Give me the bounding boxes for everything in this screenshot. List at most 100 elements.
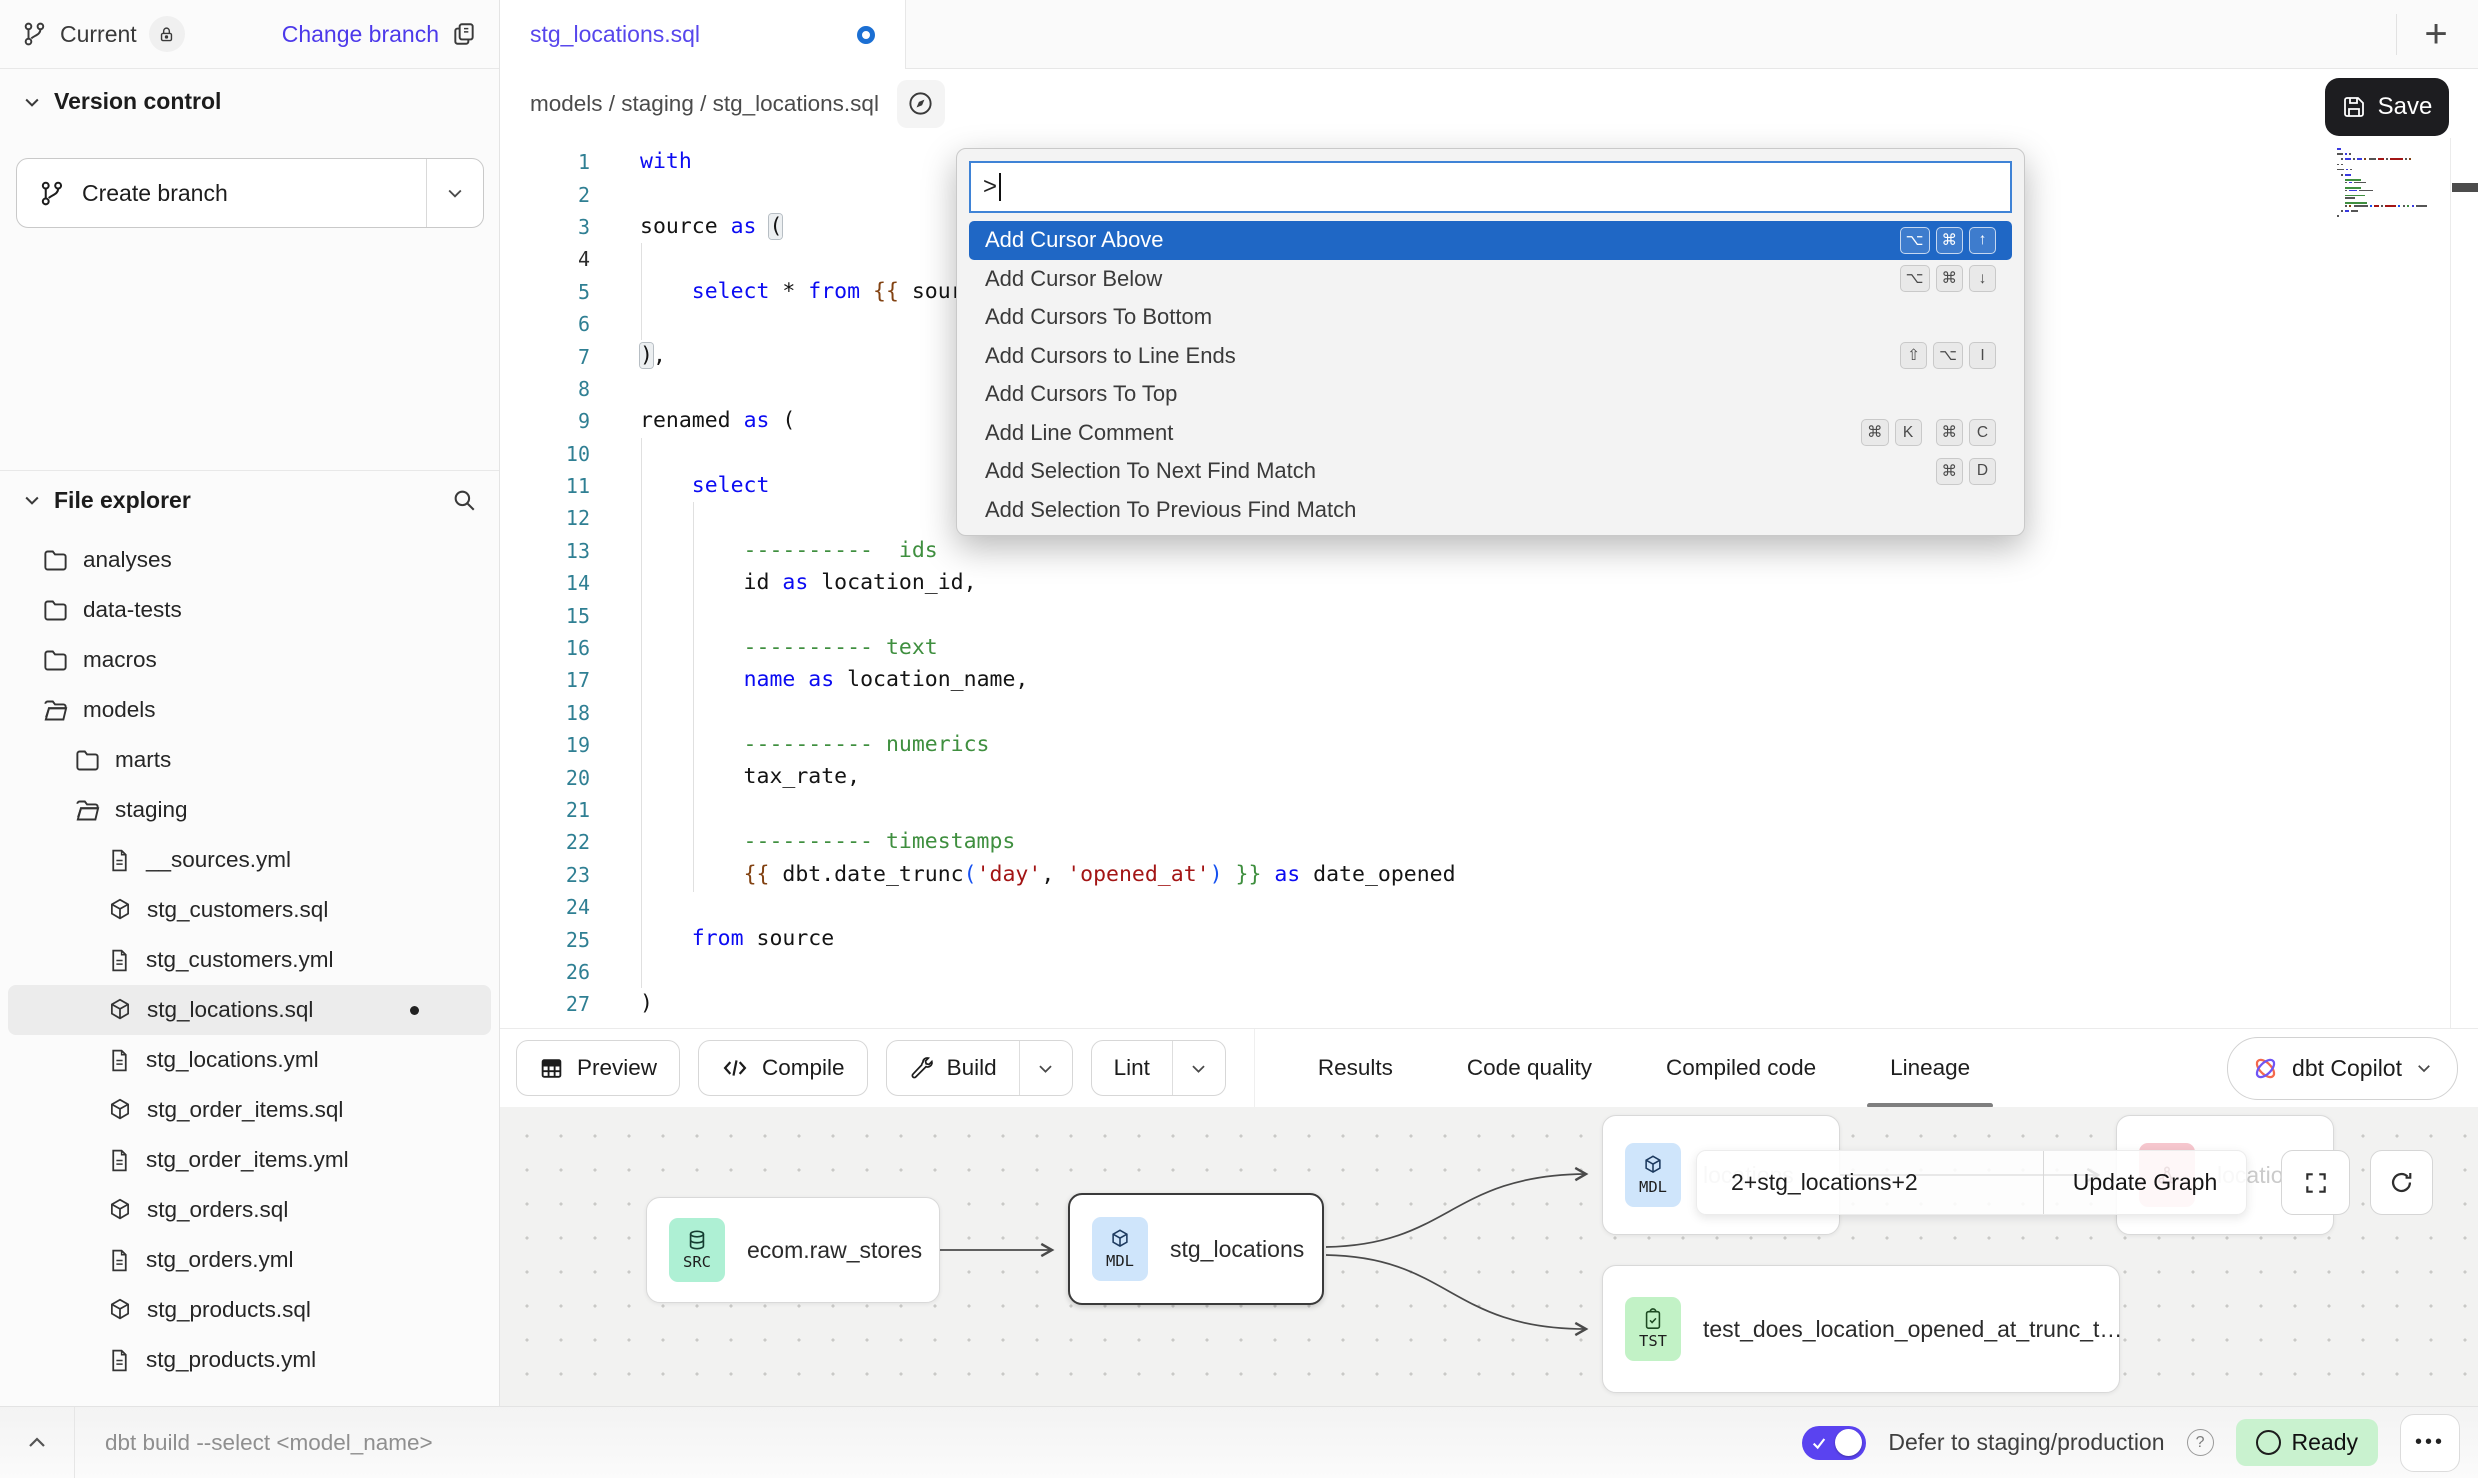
file-item-stg-locations-yml[interactable]: stg_locations.yml xyxy=(8,1035,491,1085)
lineage-node-source[interactable]: SRC ecom.raw_stores xyxy=(646,1197,940,1303)
code-text: from source xyxy=(640,923,834,955)
palette-item-label: Add Cursor Above xyxy=(985,227,1164,253)
tab-code-quality[interactable]: Code quality xyxy=(1430,1029,1629,1108)
doc-icon xyxy=(107,1248,132,1273)
file-item-stg-orders-sql[interactable]: stg_orders.sql xyxy=(8,1185,491,1235)
clipboard-check-icon xyxy=(1642,1308,1664,1330)
new-tab-button[interactable]: + xyxy=(2408,10,2464,58)
code-line[interactable]: 19 ---------- numerics xyxy=(500,729,2478,761)
code-line[interactable]: 17 name as location_name, xyxy=(500,664,2478,696)
lineage-node-test[interactable]: TST test_does_location_opened_at_trunc_t… xyxy=(1602,1265,2120,1393)
palette-item-add-cursor-below[interactable]: Add Cursor Below⌥⌘↓ xyxy=(969,260,2012,299)
change-branch-link[interactable]: Change branch xyxy=(282,21,439,48)
code-line[interactable]: 26 xyxy=(500,956,2478,988)
file-explorer-header[interactable]: File explorer xyxy=(0,471,499,529)
file-item-stg-order-items-yml[interactable]: stg_order_items.yml xyxy=(8,1135,491,1185)
code-line[interactable]: 14 id as location_id, xyxy=(500,567,2478,599)
file-item-stg-orders-yml[interactable]: stg_orders.yml xyxy=(8,1235,491,1285)
file-item-staging[interactable]: staging xyxy=(8,785,491,835)
expand-panel-button[interactable] xyxy=(0,1431,74,1455)
file-item-stg-order-items-sql[interactable]: stg_order_items.sql xyxy=(8,1085,491,1135)
status-bar: dbt build --select <model_name> Defer to… xyxy=(0,1406,2478,1478)
more-options-button[interactable]: ••• xyxy=(2400,1414,2460,1472)
palette-item-clipped[interactable]: Add Selection To All Find Matches xyxy=(969,531,2012,536)
keycap: ⌘ xyxy=(1861,419,1889,446)
palette-item-add-cursors-to-bottom[interactable]: Add Cursors To Bottom xyxy=(969,298,2012,337)
help-icon[interactable]: ? xyxy=(2187,1429,2214,1456)
file-item-analyses[interactable]: analyses xyxy=(8,535,491,585)
fullscreen-button[interactable] xyxy=(2281,1150,2350,1215)
file-item-models[interactable]: models xyxy=(8,685,491,735)
code-line[interactable]: 24 xyxy=(500,891,2478,923)
palette-item-add-cursors-to-line-ends[interactable]: Add Cursors to Line Ends⇧⌥I xyxy=(969,337,2012,376)
scrollbar-thumb[interactable] xyxy=(2452,183,2478,192)
tab-results[interactable]: Results xyxy=(1281,1029,1430,1108)
build-button[interactable]: Build xyxy=(886,1040,1073,1096)
file-item-stg-locations-sql[interactable]: stg_locations.sql xyxy=(8,985,491,1035)
build-dropdown[interactable] xyxy=(1019,1041,1072,1095)
palette-item-add-cursors-to-top[interactable]: Add Cursors To Top xyxy=(969,375,2012,414)
file-item-label: stg_locations.yml xyxy=(146,1047,319,1073)
file-item-stg-customers-sql[interactable]: stg_customers.sql xyxy=(8,885,491,935)
code-line[interactable]: 25 from source xyxy=(500,923,2478,955)
lineage-canvas[interactable]: SRC ecom.raw_stores MDL stg_locations MD… xyxy=(500,1107,2478,1406)
lineage-node-stg-locations[interactable]: MDL stg_locations xyxy=(1068,1193,1324,1305)
code-line[interactable]: 18 xyxy=(500,697,2478,729)
lint-button[interactable]: Lint xyxy=(1091,1040,1226,1096)
command-input[interactable]: dbt build --select <model_name> xyxy=(105,1430,433,1456)
code-line[interactable]: 20 tax_rate, xyxy=(500,761,2478,793)
lineage-control-bar: 2+stg_locations+2 Update Graph xyxy=(1696,1150,2247,1215)
palette-item-add-cursor-above[interactable]: Add Cursor Above⌥⌘↑ xyxy=(969,221,2012,260)
code-text: select xyxy=(640,470,769,502)
lineage-selector-input[interactable]: 2+stg_locations+2 xyxy=(1697,1151,2043,1214)
line-number: 6 xyxy=(500,312,590,336)
file-item-label: __sources.yml xyxy=(146,847,291,873)
file-item-label: analyses xyxy=(83,547,172,573)
tab-lineage[interactable]: Lineage xyxy=(1853,1029,2007,1108)
compile-button[interactable]: Compile xyxy=(698,1040,868,1096)
code-line[interactable]: 16 ---------- text xyxy=(500,632,2478,664)
code-line[interactable]: 15 xyxy=(500,599,2478,631)
refresh-button[interactable] xyxy=(2370,1150,2433,1215)
line-number: 2 xyxy=(500,183,590,207)
file-item-stg-products-sql[interactable]: stg_products.sql xyxy=(8,1285,491,1335)
version-control-header[interactable]: Version control xyxy=(22,88,221,115)
command-palette-input[interactable]: > xyxy=(969,161,2012,213)
dbt-copilot-button[interactable]: dbt Copilot xyxy=(2227,1037,2458,1100)
code-line[interactable]: 13 ---------- ids xyxy=(500,535,2478,567)
file-item-data-tests[interactable]: data-tests xyxy=(8,585,491,635)
tab-compiled-code[interactable]: Compiled code xyxy=(1629,1029,1853,1108)
defer-toggle[interactable] xyxy=(1802,1426,1866,1460)
code-line[interactable]: 27) xyxy=(500,988,2478,1020)
update-graph-button[interactable]: Update Graph xyxy=(2043,1151,2246,1214)
code-line[interactable]: 21 xyxy=(500,794,2478,826)
code-line[interactable]: 22 ---------- timestamps xyxy=(500,826,2478,858)
save-button[interactable]: Save xyxy=(2325,78,2449,136)
compass-icon[interactable] xyxy=(897,80,945,128)
file-item-stg-customers-yml[interactable]: stg_customers.yml xyxy=(8,935,491,985)
tab-stg-locations-sql[interactable]: stg_locations.sql xyxy=(500,0,906,69)
create-branch-button[interactable]: Create branch xyxy=(16,158,484,228)
create-branch-dropdown[interactable] xyxy=(426,159,483,227)
code-text: ), xyxy=(640,340,666,372)
search-icon[interactable] xyxy=(451,487,477,513)
file-item-marts[interactable]: marts xyxy=(8,735,491,785)
doc-icon xyxy=(107,1348,132,1373)
palette-item-add-selection-to-next-find-match[interactable]: Add Selection To Next Find Match⌘D xyxy=(969,452,2012,491)
copy-icon[interactable] xyxy=(451,21,477,47)
code-line[interactable]: 23 {{ dbt.date_trunc('day', 'opened_at')… xyxy=(500,859,2478,891)
preview-button[interactable]: Preview xyxy=(516,1040,680,1096)
ready-status-badge[interactable]: Ready xyxy=(2236,1419,2378,1466)
code-text: {{ dbt.date_trunc('day', 'opened_at') }}… xyxy=(640,859,1456,891)
doc-icon xyxy=(107,848,132,873)
editor-minimap[interactable] xyxy=(2337,148,2427,218)
palette-item-add-line-comment[interactable]: Add Line Comment⌘K⌘C xyxy=(969,414,2012,453)
file-item--sources-yml[interactable]: __sources.yml xyxy=(8,835,491,885)
file-item-macros[interactable]: macros xyxy=(8,635,491,685)
cube-icon xyxy=(1642,1154,1664,1176)
unsaved-indicator-icon xyxy=(857,26,875,44)
line-number: 1 xyxy=(500,150,590,174)
lint-dropdown[interactable] xyxy=(1172,1041,1225,1095)
palette-item-add-selection-to-previous-find-match[interactable]: Add Selection To Previous Find Match xyxy=(969,491,2012,530)
file-item-stg-products-yml[interactable]: stg_products.yml xyxy=(8,1335,491,1385)
